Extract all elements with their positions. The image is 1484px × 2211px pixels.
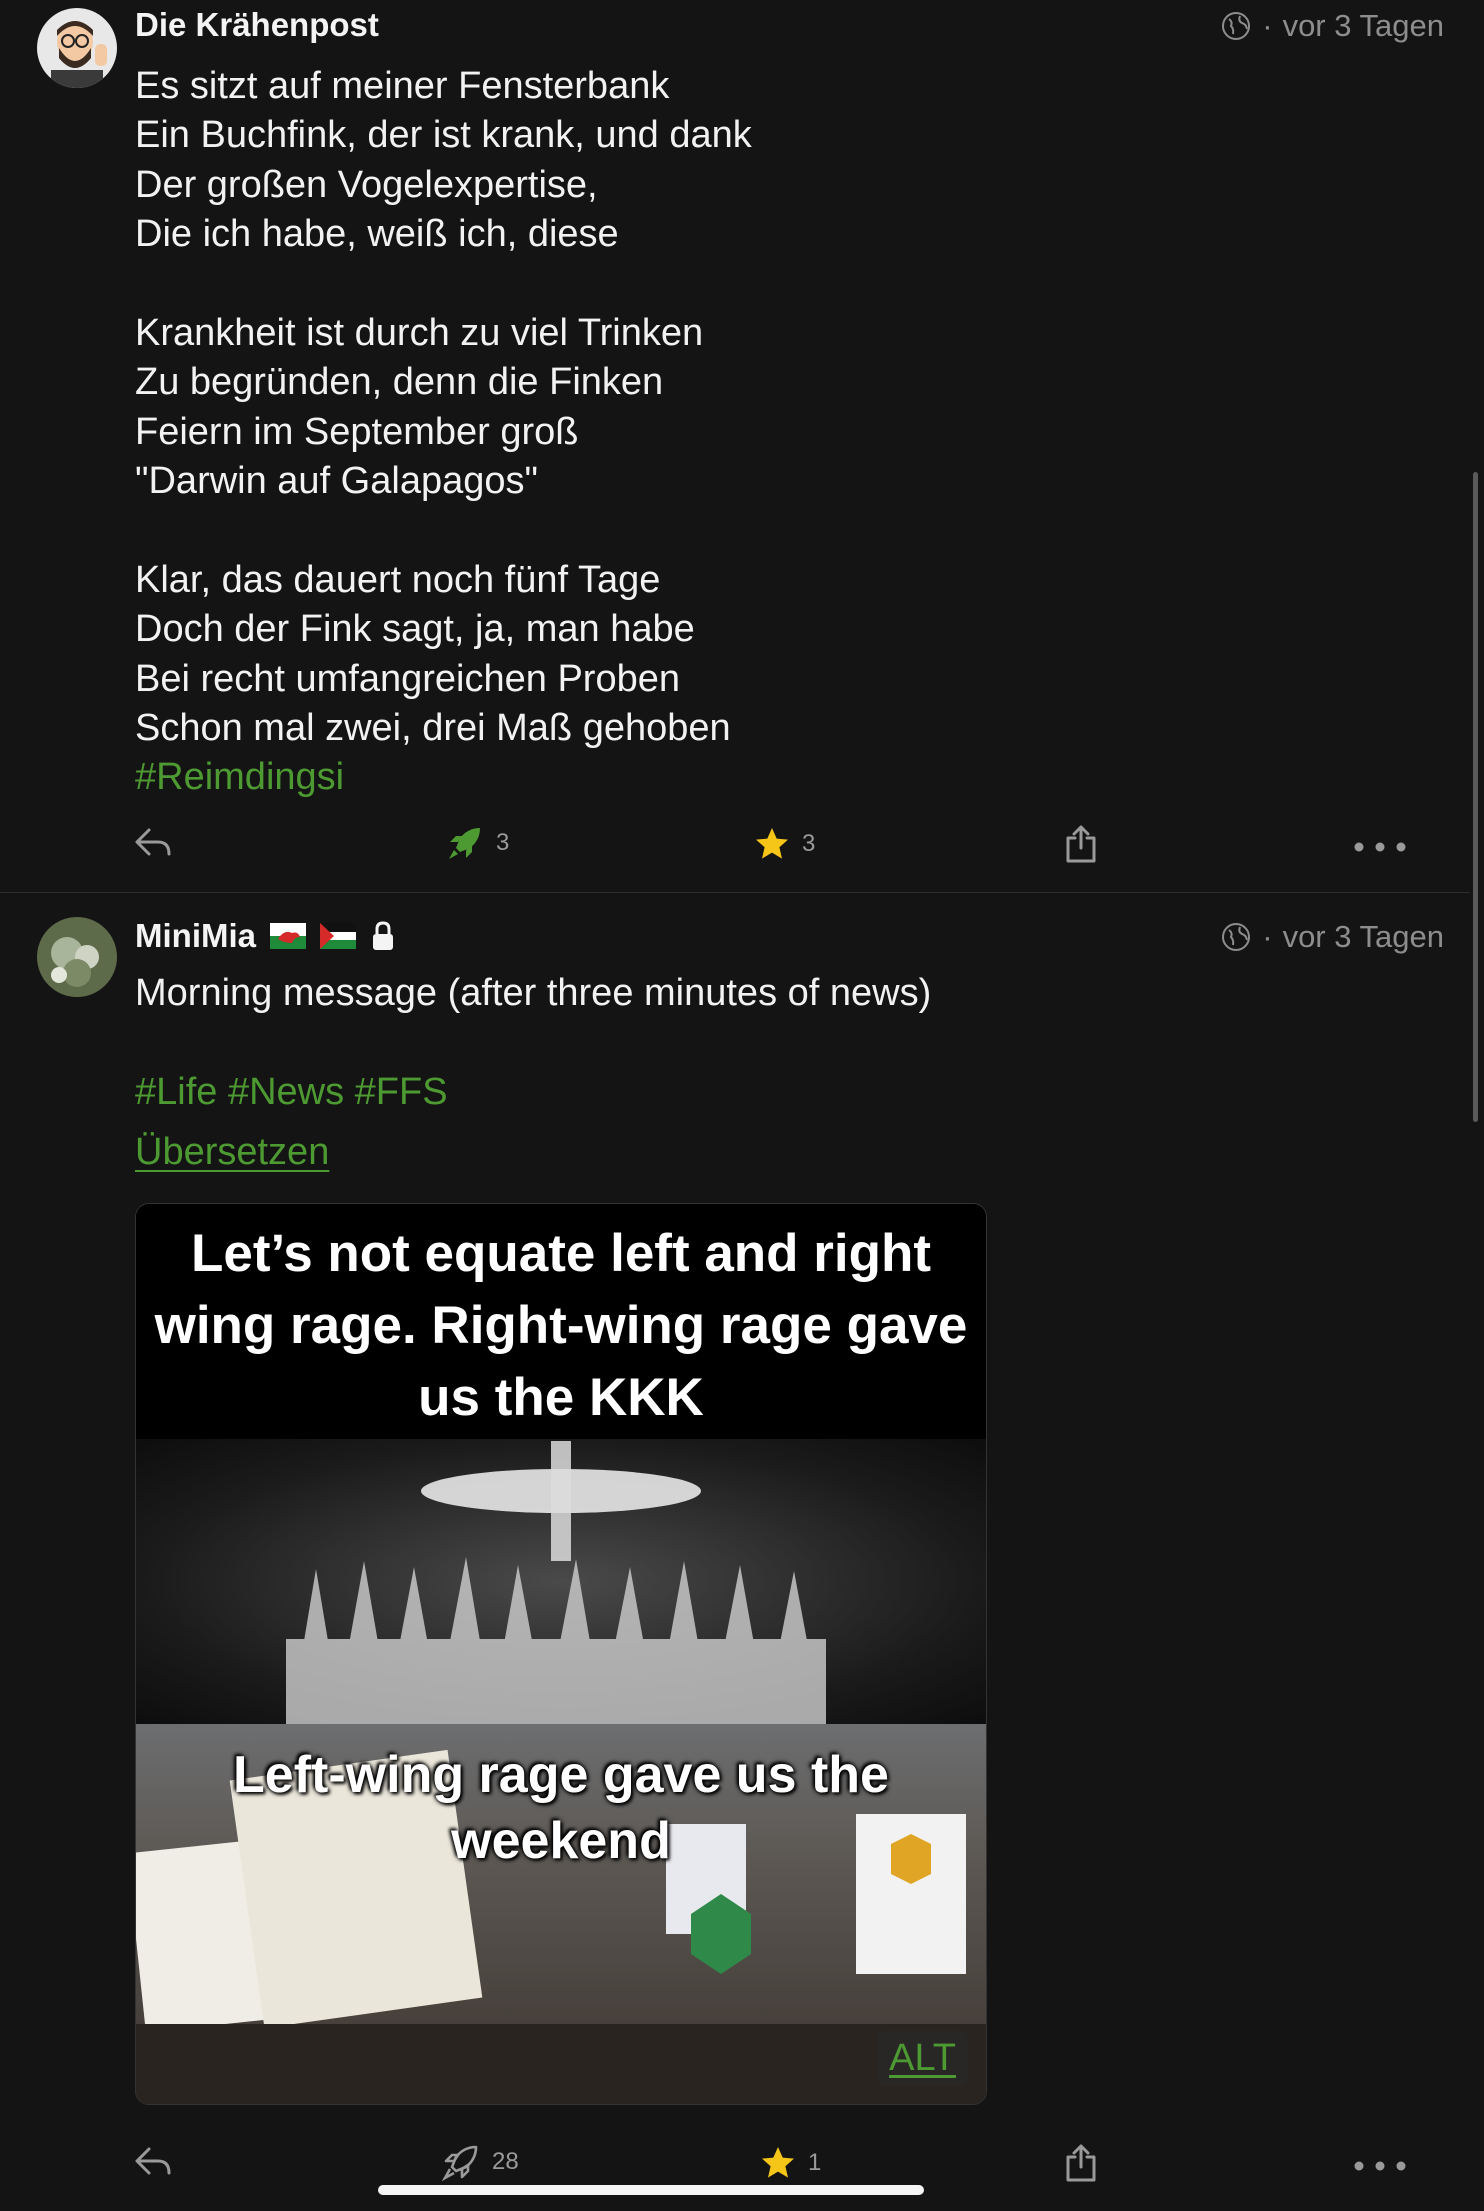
poem-line: Feiern im September groß — [135, 410, 579, 453]
author-display-name: MiniMia — [135, 917, 256, 954]
post-content: Morning message (after three minutes of … — [135, 969, 931, 1117]
author-avatar[interactable] — [37, 8, 117, 88]
post-text: Morning message (after three minutes of … — [135, 972, 932, 1014]
poem-line: Der großen Vogelexpertise, — [135, 163, 598, 206]
favourite-count: 1 — [808, 2149, 822, 2176]
home-indicator[interactable] — [378, 2185, 924, 2195]
translate-link[interactable]: Übersetzen — [135, 1131, 329, 1173]
author-avatar[interactable] — [37, 917, 117, 997]
lock-icon — [373, 921, 393, 950]
post-actions: 3 3 — [0, 818, 1470, 878]
more-icon — [1354, 2161, 1406, 2171]
boost-icon — [449, 828, 480, 859]
meme-top-panel: Let’s not equate left and right wing rag… — [136, 1204, 986, 1439]
meme-photo-klan — [136, 1439, 986, 1724]
star-icon — [762, 2147, 794, 2178]
post-meta: · vor 3 Tagen — [1220, 919, 1444, 955]
meta-separator: · — [1262, 919, 1273, 954]
share-icon — [1066, 2144, 1096, 2182]
author-name[interactable]: MiniMia — [135, 917, 396, 955]
meme-bottom-caption: Left-wing rage gave us the weekend — [233, 1746, 889, 1870]
translate-row: Übersetzen — [135, 1128, 329, 1177]
reply-button[interactable] — [134, 2145, 172, 2179]
post-timestamp[interactable]: vor 3 Tagen — [1283, 8, 1444, 44]
globe-icon — [1222, 923, 1251, 951]
more-button[interactable] — [1354, 2161, 1406, 2171]
share-button[interactable] — [1064, 2143, 1098, 2183]
meta-separator: · — [1262, 8, 1273, 43]
share-button[interactable] — [1064, 824, 1098, 864]
poem-line: Bei recht umfangreichen Proben — [135, 657, 680, 700]
author-name[interactable]: Die Krähenpost — [135, 6, 379, 44]
hashtag-link[interactable]: #Reimdingsi — [135, 753, 752, 802]
reply-button[interactable] — [134, 826, 172, 860]
boost-count: 3 — [496, 829, 510, 856]
boost-button[interactable]: 28 — [442, 2143, 519, 2181]
wales-flag-icon — [270, 923, 306, 949]
poem-line: Schon mal zwei, drei Maß gehoben — [135, 707, 731, 750]
poem-line: Krankheit ist durch zu viel Trinken — [135, 311, 704, 354]
more-button[interactable] — [1354, 842, 1406, 852]
poem-line: Klar, das dauert noch fünf Tage — [135, 558, 661, 601]
poem-line — [135, 260, 752, 309]
boost-button[interactable]: 3 — [446, 824, 509, 862]
palestine-flag-icon — [320, 923, 356, 949]
post-card[interactable]: MiniMia · vor 3 Tagen Morning message (a… — [0, 893, 1470, 2211]
poem-line — [135, 507, 752, 556]
favourite-count: 3 — [802, 830, 816, 857]
poem-line: Doch der Fink sagt, ja, man habe — [135, 608, 695, 651]
poem-line: Ein Buchfink, der ist krank, und dank — [135, 114, 752, 157]
meme-photo-protest: Left-wing rage gave us the weekend ALT — [136, 1724, 986, 2104]
post-timestamp[interactable]: vor 3 Tagen — [1283, 919, 1444, 955]
poem-line: Es sitzt auf meiner Fensterbank — [135, 65, 670, 107]
post-card[interactable]: Die Krähenpost · vor 3 Tagen Es sitzt au… — [0, 0, 1470, 892]
hashtag-link[interactable]: #Life #News #FFS — [135, 1068, 931, 1117]
poem-line: Die ich habe, weiß ich, diese — [135, 213, 619, 256]
star-icon — [756, 828, 788, 859]
share-icon — [1066, 825, 1096, 863]
meme-top-caption: Let’s not equate left and right wing rag… — [154, 1224, 968, 1427]
globe-icon — [1222, 12, 1251, 40]
more-icon — [1354, 842, 1406, 852]
post-content: Es sitzt auf meiner Fensterbank Ein Buch… — [135, 62, 752, 803]
alt-text-button[interactable]: ALT — [877, 2031, 968, 2086]
favourite-button[interactable]: 3 — [754, 826, 815, 862]
poem-line: Zu begründen, denn die Finken — [135, 361, 664, 404]
media-attachment[interactable]: Let’s not equate left and right wing rag… — [135, 1203, 987, 2105]
post-meta: · vor 3 Tagen — [1220, 8, 1444, 44]
boost-icon — [442, 2145, 478, 2181]
boost-count: 28 — [492, 2148, 519, 2175]
author-display-name: Die Krähenpost — [135, 6, 379, 43]
reply-icon — [135, 828, 171, 856]
reply-icon — [135, 2147, 171, 2175]
favourite-button[interactable]: 1 — [760, 2145, 821, 2181]
poem-line: "Darwin auf Galapagos" — [135, 460, 538, 503]
scrollbar[interactable] — [1473, 472, 1478, 1122]
